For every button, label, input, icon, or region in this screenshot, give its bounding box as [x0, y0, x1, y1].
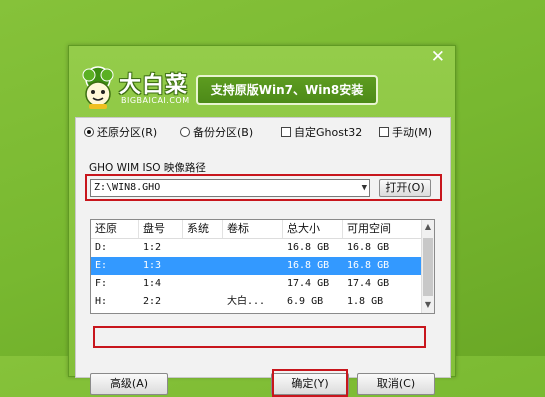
cell-drive: D: — [95, 242, 108, 253]
scroll-down-icon[interactable]: ▼ — [423, 300, 433, 309]
cell-disk: 1:2 — [143, 242, 162, 253]
scroll-thumb[interactable] — [423, 238, 433, 296]
cell-disk: 1:4 — [143, 278, 162, 289]
table-row-selected[interactable]: E: 1:3 16.8 GB 16.8 GB — [91, 257, 423, 275]
mode-options: 还原分区(R) 备份分区(B) 自定Ghost32 手动(M) — [84, 124, 444, 142]
close-icon[interactable]: ✕ — [431, 47, 445, 67]
cell-total: 16.8 GB — [287, 260, 330, 271]
cell-drive: H: — [95, 296, 108, 307]
col-system[interactable]: 系统 — [183, 220, 223, 238]
selected-row-highlight-box — [93, 326, 426, 348]
cell-drive: E: — [95, 260, 108, 271]
advanced-button[interactable]: 高级(A) — [90, 373, 168, 395]
table-row[interactable]: D: 1:2 16.8 GB 16.8 GB — [91, 239, 423, 257]
brand-logo: 大白菜 BIGBAICAI.COM — [75, 63, 195, 113]
cell-free: 17.4 GB — [347, 278, 390, 289]
restore-label: 还原分区(R) — [97, 126, 158, 139]
cell-label — [223, 257, 227, 275]
ok-button[interactable]: 确定(Y) — [271, 373, 349, 395]
cell-label — [223, 275, 227, 293]
image-path-label: GHO WIM ISO 映像路径 — [89, 162, 206, 174]
cell-disk: 2:2 — [143, 296, 162, 307]
backup-radio[interactable] — [180, 127, 190, 137]
cell-disk: 1:3 — [143, 260, 162, 271]
cancel-button[interactable]: 取消(C) — [357, 373, 435, 395]
image-path-combobox[interactable]: Z:\WIN8.GHO ▼ — [90, 179, 370, 197]
backup-option[interactable]: 备份分区(B) — [180, 124, 253, 140]
table-header: 还原 盘号 系统 卷标 总大小 可用空间 — [91, 220, 423, 239]
manual-checkbox[interactable] — [379, 127, 389, 137]
feature-banner: 支持原版Win7、Win8安装 — [196, 75, 378, 105]
table-row[interactable]: H: 2:2 大白... 6.9 GB 1.8 GB — [91, 293, 423, 311]
chevron-down-icon[interactable]: ▼ — [362, 180, 367, 196]
main-panel: 还原分区(R) 备份分区(B) 自定Ghost32 手动(M) GHO WIM … — [75, 117, 451, 397]
cell-total: 17.4 GB — [287, 278, 330, 289]
cell-drive: F: — [95, 278, 108, 289]
cell-system — [183, 257, 187, 275]
restore-radio[interactable] — [84, 127, 94, 137]
restore-option[interactable]: 还原分区(R) — [84, 124, 157, 140]
col-free[interactable]: 可用空间 — [343, 220, 423, 238]
backup-label: 备份分区(B) — [193, 126, 254, 139]
cell-free: 1.8 GB — [347, 296, 384, 307]
manual-option[interactable]: 手动(M) — [379, 124, 432, 140]
cabbage-mascot-icon — [82, 66, 114, 109]
brand-url: BIGBAICAI.COM — [121, 96, 190, 105]
ghost32-option[interactable]: 自定Ghost32 — [281, 124, 362, 140]
table-row[interactable]: F: 1:4 17.4 GB 17.4 GB — [91, 275, 423, 293]
cell-label: 大白... — [227, 296, 266, 307]
brand-name: 大白菜 — [119, 72, 189, 98]
cell-total: 16.8 GB — [287, 242, 330, 253]
col-restore[interactable]: 还原 — [91, 220, 139, 238]
cell-system — [183, 239, 187, 257]
partition-table: 还原 盘号 系统 卷标 总大小 可用空间 D: 1:2 16.8 GB 16.8… — [90, 219, 435, 314]
cell-label — [223, 239, 227, 257]
cell-free: 16.8 GB — [347, 260, 390, 271]
installer-window: ✕ 大白菜 BIGBAICAI.COM 支持原版Win7、Win8安装 还原分区… — [68, 45, 456, 397]
col-disk[interactable]: 盘号 — [139, 220, 183, 238]
ghost32-label: 自定Ghost32 — [294, 126, 363, 139]
open-button[interactable]: 打开(O) — [379, 179, 431, 197]
cell-system — [183, 275, 187, 293]
col-total[interactable]: 总大小 — [283, 220, 343, 238]
col-label[interactable]: 卷标 — [223, 220, 283, 238]
manual-label: 手动(M) — [392, 126, 433, 139]
scroll-up-icon[interactable]: ▲ — [423, 222, 433, 231]
cell-total: 6.9 GB — [287, 296, 324, 307]
table-scrollbar[interactable]: ▲ ▼ — [421, 220, 434, 313]
image-path-value: Z:\WIN8.GHO — [94, 182, 161, 193]
ghost32-checkbox[interactable] — [281, 127, 291, 137]
cell-free: 16.8 GB — [347, 242, 390, 253]
cell-system — [183, 293, 187, 311]
